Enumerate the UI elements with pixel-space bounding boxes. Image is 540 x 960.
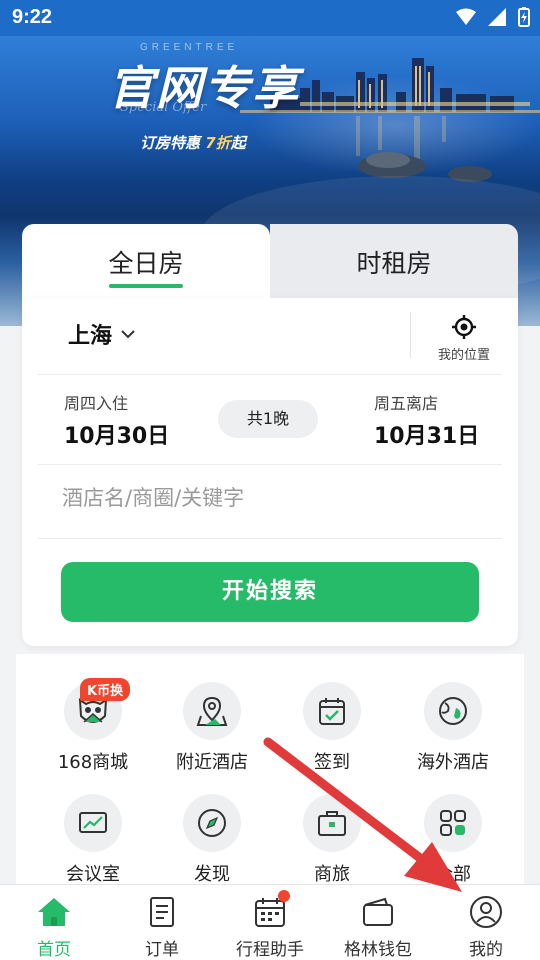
checkout-date-picker[interactable]: 周五离店 10月31日 [374, 390, 479, 450]
service-label: 海外酒店 [417, 752, 489, 773]
nav-wallet[interactable]: 格林钱包 [324, 893, 432, 960]
k-coin-badge: K币换 [80, 678, 131, 701]
bottom-navigation: 首页 订单 行程助手 格林钱包 我的 [0, 884, 540, 960]
checkin-date-picker[interactable]: 周四入住 10月30日 [64, 390, 169, 450]
booking-form: 上海 我的位置 周四入住 10月30日 共1晚 周五离店 10月31日 酒店名/… [22, 298, 518, 646]
promo-suffix: 起 [230, 134, 246, 152]
status-bar: 9:22 [0, 0, 540, 36]
hotel-keyword-input[interactable]: 酒店名/商圈/关键字 [62, 482, 482, 512]
divider-2 [38, 464, 502, 465]
nights-count: 共1晚 [218, 400, 318, 438]
service-label: 商旅 [314, 864, 350, 885]
service-discover[interactable]: 发现 [157, 794, 267, 886]
my-location-button[interactable]: 我的位置 [426, 314, 502, 363]
map-pin-icon [183, 682, 241, 740]
start-search-button[interactable]: 开始搜索 [61, 562, 479, 622]
service-label: 签到 [314, 752, 350, 773]
service-label: 全部 [435, 864, 471, 885]
my-location-label: 我的位置 [437, 348, 490, 363]
service-label: 附近酒店 [176, 752, 248, 773]
service-check-in[interactable]: 签到 [277, 682, 387, 774]
grid-icon [424, 794, 482, 852]
nav-itinerary[interactable]: 行程助手 [216, 893, 324, 960]
service-all[interactable]: 全部 [398, 794, 508, 886]
location-divider [410, 312, 411, 358]
chevron-down-icon [121, 330, 135, 339]
nav-label: 行程助手 [236, 940, 304, 960]
wallet-icon [363, 897, 393, 926]
tab-full-day-room[interactable]: 全日房 [22, 224, 270, 304]
tab-hourly-label: 时租房 [356, 249, 432, 278]
divider-1 [38, 374, 502, 375]
city-selector[interactable]: 上海 [68, 318, 136, 350]
compass-icon [183, 794, 241, 852]
tab-hourly-room[interactable]: 时租房 [270, 224, 518, 298]
status-icons [456, 7, 530, 27]
nav-label: 我的 [469, 940, 503, 960]
checkout-date: 10月31日 [374, 424, 480, 449]
service-business-travel[interactable]: 商旅 [277, 794, 387, 886]
nav-label: 首页 [37, 940, 71, 960]
globe-icon [424, 682, 482, 740]
service-overseas-hotels[interactable]: 海外酒店 [398, 682, 508, 774]
status-time: 9:22 [12, 6, 53, 28]
banner-promo: 订房特惠 7折起 [140, 132, 246, 153]
promo-highlight: 7折 [205, 134, 231, 152]
checkin-date: 10月30日 [64, 424, 170, 449]
battery-icon [518, 7, 530, 27]
service-meeting-room[interactable]: 会议室 [38, 794, 148, 886]
profile-icon [470, 896, 502, 928]
home-icon [38, 898, 70, 926]
nav-label: 订单 [145, 940, 179, 960]
city-name: 上海 [68, 324, 113, 349]
notification-dot [278, 890, 290, 902]
nav-orders[interactable]: 订单 [108, 893, 216, 960]
briefcase-icon [303, 794, 361, 852]
booking-card: 时租房 全日房 上海 我的位置 周四入住 10月30日 共1晚 周五离店 10月… [22, 224, 518, 646]
tab-active-underline [109, 284, 183, 288]
service-label: 会议室 [66, 864, 120, 885]
signal-icon [488, 8, 506, 26]
nav-label: 格林钱包 [344, 940, 412, 960]
calendar-check-icon [303, 682, 361, 740]
service-nearby-hotels[interactable]: 附近酒店 [157, 682, 267, 774]
service-label: 168商城 [57, 752, 129, 773]
divider-3 [38, 538, 502, 539]
nav-profile[interactable]: 我的 [432, 893, 540, 960]
banner-subtitle: Special Offer [120, 100, 207, 115]
locate-icon [452, 315, 476, 339]
order-icon [150, 897, 174, 927]
service-label: 发现 [194, 864, 230, 885]
booking-tabs: 时租房 全日房 [22, 224, 518, 304]
checkin-label: 周四入住 [64, 394, 129, 413]
chart-screen-icon [64, 794, 122, 852]
tab-full-day-label: 全日房 [108, 249, 184, 278]
nav-home[interactable]: 首页 [0, 893, 108, 960]
wifi-icon [456, 8, 476, 25]
checkout-label: 周五离店 [374, 394, 439, 413]
promo-prefix: 订房特惠 [140, 134, 201, 152]
